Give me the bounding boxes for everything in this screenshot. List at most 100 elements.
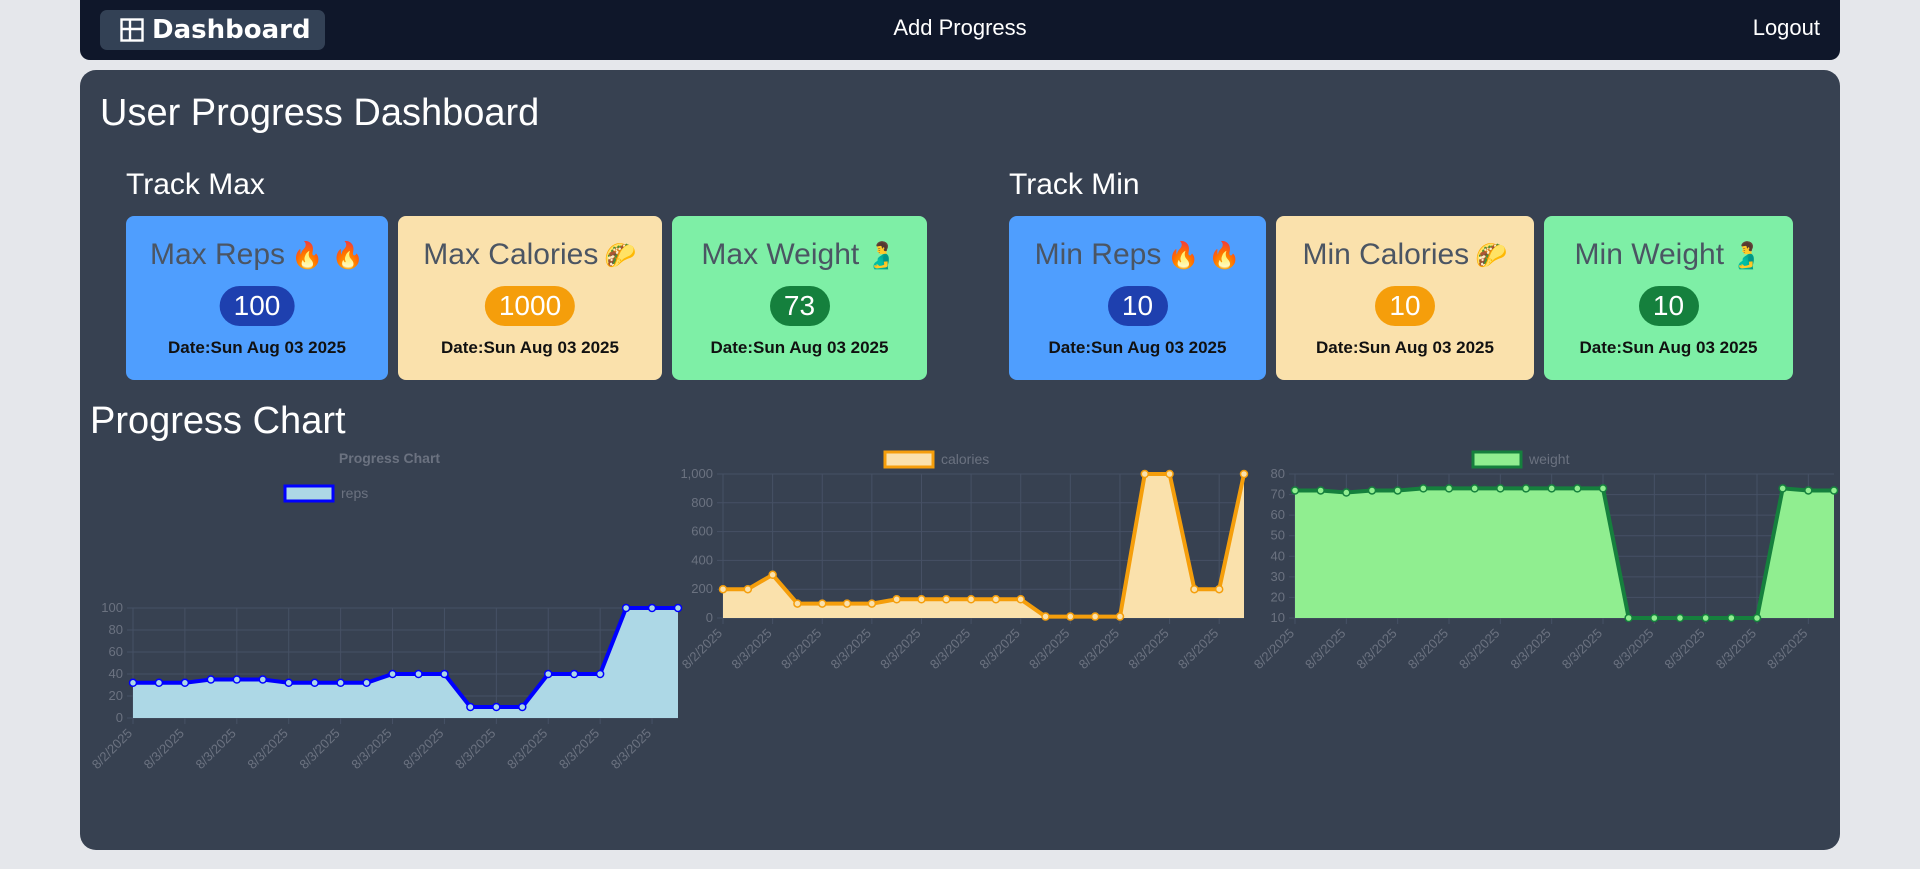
data-point [1496,484,1505,493]
y-tick-label: 60 [1271,507,1285,522]
data-point [1752,613,1762,623]
reps-chart: 0204060801008/2/2025 8/3/2025 8/3/2025 8/3/… [89,450,683,772]
data-point [492,702,501,712]
data-point [647,603,657,613]
logout-link[interactable]: Logout [1753,15,1820,41]
min-weight-card: Min Weight 🫃 10 Date:Sun Aug 03 2025 [1544,216,1793,380]
data-point [842,599,852,608]
data-point [1342,488,1351,497]
data-point [1214,584,1224,594]
x-tick-label: 8/3/2025 [976,626,1022,672]
legend-swatch [1471,450,1523,469]
progress-chart-heading: Progress Chart [90,400,346,442]
max-reps-value: 100 [219,286,295,326]
x-tick-label: 8/3/2025 [1764,626,1810,672]
taco-icon: 🌮 [604,241,637,271]
x-tick-label: 8/3/2025 [1405,626,1451,672]
x-tick-label: 8/2/2025 [89,726,135,772]
x-tick-label: 8/3/2025 [1076,626,1122,672]
data-point [1393,486,1402,495]
data-point [1090,612,1100,621]
top-navbar: Dashboard Add Progress Logout [80,0,1840,60]
person-icon: 🫃 [1730,241,1763,271]
min-reps-value: 10 [1107,286,1168,326]
x-tick-label: 8/3/2025 [1125,626,1171,672]
data-point [1041,612,1050,621]
legend-swatch [283,484,335,503]
max-weight-card: Max Weight 🫃 73 Date:Sun Aug 03 2025 [672,216,927,380]
x-tick-label: 8/3/2025 [1456,626,1502,672]
legend-label: calories [941,451,989,467]
series-area [1295,488,1834,618]
data-point [310,678,319,688]
card-date: Date:Sun Aug 03 2025 [168,338,346,357]
data-point [892,595,901,604]
data-point [1066,612,1075,621]
data-point [232,675,242,684]
y-tick-label: 100 [101,600,123,615]
min-calories-value: 10 [1375,286,1435,326]
data-point [258,675,268,684]
x-tick-label: 8/3/2025 [452,726,498,772]
data-point [991,595,1001,604]
data-point [1547,484,1556,493]
x-tick-label: 8/3/2025 [1713,626,1759,672]
taco-icon: 🌮 [1475,241,1508,271]
x-tick-label: 8/3/2025 [1507,626,1553,672]
y-tick-label: 400 [691,552,713,567]
page-title: User Progress Dashboard [100,92,540,134]
y-tick-label: 60 [109,644,123,659]
data-point [1190,584,1199,594]
y-tick-label: 70 [1271,487,1285,502]
data-point [793,599,802,608]
legend-label: reps [341,485,368,501]
max-reps-card: Max Reps 🔥 🔥 100 Date:Sun Aug 03 2025 [126,216,388,380]
x-tick-label: 8/3/2025 [400,726,446,772]
calories-chart: 02004006008001,0008/2/2025 8/3/2025 8/3/20… [679,450,1249,672]
data-point [1419,484,1428,493]
data-point [1675,613,1685,623]
x-tick-label: 8/3/2025 [348,726,394,772]
data-point [718,584,728,594]
x-tick-label: 8/3/2025 [1175,626,1221,672]
y-tick-label: 80 [1271,466,1285,481]
x-tick-label: 8/3/2025 [1353,626,1399,672]
min-reps-card: Min Reps 🔥 🔥 10 Date:Sun Aug 03 2025 [1009,216,1266,380]
card-date: Date:Sun Aug 03 2025 [1316,338,1494,357]
data-point [1650,613,1659,623]
data-point [1598,484,1608,493]
data-point [362,678,371,688]
fire-icon: 🔥 🔥 [1167,241,1241,271]
data-point [768,570,777,580]
y-tick-label: 50 [1271,528,1285,543]
data-point [466,702,475,712]
card-label: Min Weight 🫃 [1574,238,1763,271]
data-point [440,669,449,679]
data-point [1624,613,1633,623]
card-date: Date:Sun Aug 03 2025 [710,338,889,357]
chart-title: Progress Chart [339,450,440,466]
x-tick-label: 8/3/2025 [1559,626,1605,672]
data-point [128,678,138,688]
data-point [154,678,164,688]
x-tick-label: 8/3/2025 [1302,626,1348,672]
dashboard-link[interactable]: Dashboard [100,10,325,50]
track-min-title: Track Min [1009,168,1140,201]
x-tick-label: 8/3/2025 [504,726,550,772]
min-weight-value: 10 [1638,286,1699,326]
data-point [1573,484,1582,493]
x-tick-label: 8/3/2025 [141,726,187,772]
add-progress-link[interactable]: Add Progress [893,15,1026,40]
data-point [543,669,553,679]
fire-icon: 🔥 🔥 [291,241,365,271]
card-label: Min Calories 🌮 [1302,238,1508,271]
x-tick-label: 8/3/2025 [877,626,923,672]
data-point [1444,484,1454,493]
x-tick-label: 8/3/2025 [927,626,973,672]
x-tick-label: 8/3/2025 [1661,626,1707,672]
dashboard-grid-icon [120,18,144,42]
data-point [1470,484,1479,493]
x-tick-label: 8/2/2025 [679,626,725,672]
y-tick-label: 0 [116,710,123,725]
data-point [1165,469,1174,479]
